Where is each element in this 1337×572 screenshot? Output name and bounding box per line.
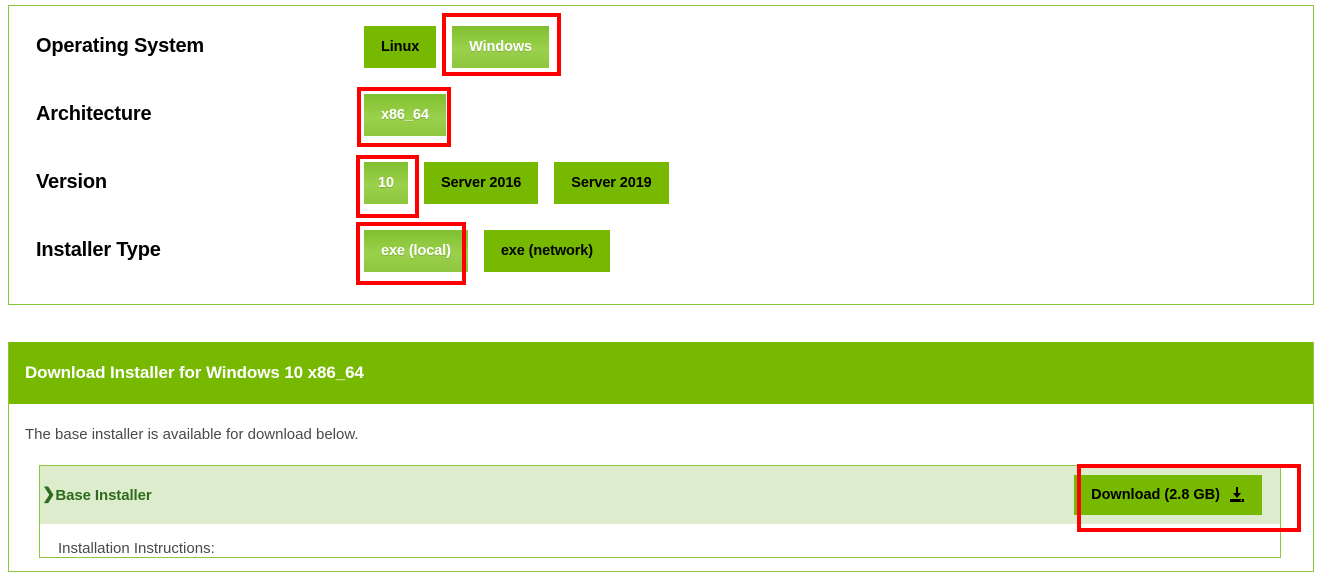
base-installer-title: Base Installer (55, 486, 152, 504)
row-label-version: Version (36, 171, 107, 193)
base-installer-header[interactable]: ❯ Base Installer Download (2.8 GB) (40, 466, 1280, 524)
option-group-operating-system: Linux Windows (364, 26, 549, 68)
download-icon (1229, 487, 1245, 503)
download-intro-text: The base installer is available for down… (25, 426, 359, 443)
row-label-installer-type: Installer Type (36, 239, 161, 261)
option-button-linux[interactable]: Linux (364, 26, 437, 68)
chevron-right-icon: ❯ (42, 486, 56, 503)
option-group-version: 10 Server 2016 Server 2019 (364, 162, 669, 204)
download-panel: Download Installer for Windows 10 x86_64… (8, 342, 1314, 572)
option-button-server-2016[interactable]: Server 2016 (423, 162, 539, 204)
installation-instructions-label: Installation Instructions: (58, 540, 215, 557)
download-header-title: Download Installer for Windows 10 x86_64 (25, 363, 364, 382)
download-button-label: Download (2.8 GB) (1091, 487, 1220, 503)
download-header: Download Installer for Windows 10 x86_64 (9, 342, 1313, 404)
option-button-exe-network[interactable]: exe (network) (483, 230, 610, 272)
option-group-architecture: x86_64 (364, 94, 446, 136)
base-installer-box: ❯ Base Installer Download (2.8 GB) Insta… (39, 465, 1281, 558)
row-label-operating-system: Operating System (36, 35, 204, 57)
download-button[interactable]: Download (2.8 GB) (1074, 475, 1262, 515)
selector-row-installer-type: Installer Type exe (local) exe (network) (9, 220, 1313, 288)
option-group-installer-type: exe (local) exe (network) (364, 230, 610, 272)
selector-row-version: Version 10 Server 2016 Server 2019 (9, 152, 1313, 220)
download-body: The base installer is available for down… (9, 404, 1313, 558)
row-label-architecture: Architecture (36, 103, 152, 125)
option-button-x86-64[interactable]: x86_64 (364, 94, 446, 136)
cuda-download-page: Operating System Linux Windows Architect… (0, 0, 1337, 572)
option-button-exe-local[interactable]: exe (local) (364, 230, 468, 272)
selector-panel: Operating System Linux Windows Architect… (8, 5, 1314, 305)
selector-row-architecture: Architecture x86_64 (9, 84, 1313, 152)
option-button-windows[interactable]: Windows (452, 26, 549, 68)
option-button-10[interactable]: 10 (364, 162, 408, 204)
option-button-server-2019[interactable]: Server 2019 (554, 162, 669, 204)
selector-row-operating-system: Operating System Linux Windows (9, 16, 1313, 84)
